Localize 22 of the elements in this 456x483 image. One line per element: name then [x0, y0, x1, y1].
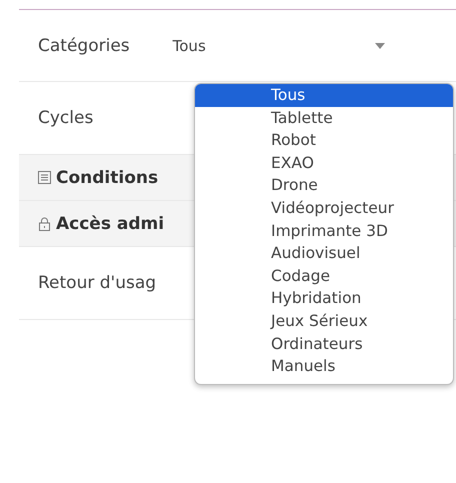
filter-label: Catégories	[38, 36, 130, 56]
dropdown-option[interactable]: EXAO	[195, 152, 453, 174]
dropdown-option[interactable]: Imprimante 3D	[195, 220, 453, 242]
dropdown-option[interactable]: Ordinateurs	[195, 332, 453, 356]
dropdown-option[interactable]: Drone	[195, 174, 453, 197]
dropdown-option[interactable]: Codage	[195, 264, 453, 288]
dropdown-option[interactable]: Audiovisuel	[195, 242, 453, 265]
caret-icon	[374, 42, 385, 48]
filter-label: Cycles	[38, 108, 94, 128]
list-icon	[38, 171, 51, 184]
dropdown-option[interactable]: Jeux Sérieux	[195, 310, 453, 333]
dropdown-option[interactable]: Manuels	[195, 355, 453, 378]
dropdown-option[interactable]: Tous	[195, 84, 453, 107]
category-select[interactable]: Tous	[172, 36, 385, 54]
dropdown-option[interactable]: Tablette	[195, 106, 453, 130]
dropdown-option[interactable]: Vidéoprojecteur	[195, 196, 453, 220]
dropdown-option[interactable]: Robot	[195, 129, 453, 152]
section-title[interactable]: Accès admi	[56, 214, 164, 234]
dropdown-option[interactable]: Hybridation	[195, 287, 453, 310]
feedback-label: Retour d'usag	[38, 273, 156, 293]
lock-icon	[38, 216, 51, 230]
section-title[interactable]: Conditions	[56, 168, 158, 188]
